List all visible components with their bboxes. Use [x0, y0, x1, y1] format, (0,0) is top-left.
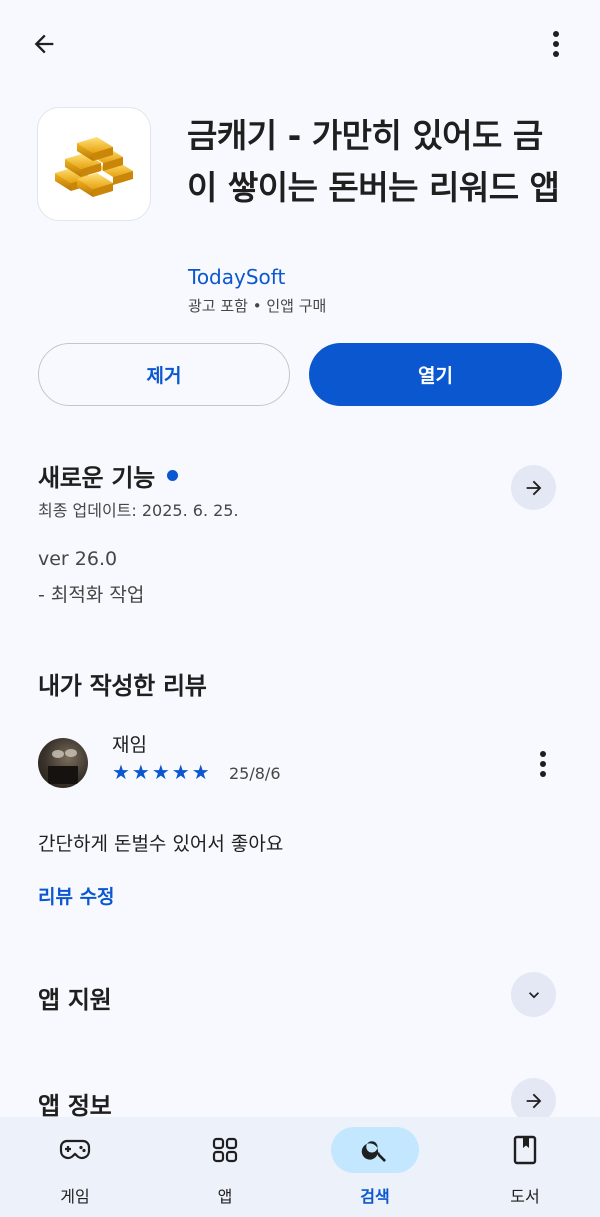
app-support-heading[interactable]: 앱 지원: [38, 980, 112, 1015]
nav-item-search[interactable]: 검색: [300, 1117, 450, 1217]
new-indicator-dot: [166, 470, 178, 481]
star-icon: ★★★★★: [112, 760, 212, 784]
kebab-menu-icon: [540, 751, 546, 777]
nav-pill-apps: [181, 1127, 269, 1173]
app-badges: 광고 포함 • 인앱 구매: [188, 297, 327, 315]
search-icon: [361, 1141, 386, 1162]
edit-review-link[interactable]: 리뷰 수정: [38, 882, 115, 909]
developer-link[interactable]: TodaySoft: [188, 265, 285, 289]
app-support-expand-button[interactable]: [511, 972, 556, 1017]
app-icon: [37, 107, 151, 221]
arrow-right-icon: [526, 1093, 541, 1108]
avatar-image: [48, 749, 78, 784]
last-updated: 최종 업데이트: 2025. 6. 25.: [38, 501, 239, 520]
whats-new-header[interactable]: 새로운 기능: [38, 458, 178, 493]
avatar: [38, 738, 88, 788]
apps-grid-icon: [212, 1137, 238, 1163]
release-notes: - 최적화 작업: [38, 584, 145, 606]
nav-item-games[interactable]: 게임: [0, 1117, 150, 1217]
open-button[interactable]: 열기: [309, 343, 562, 406]
app-title: 금캐기 - 가만히 있어도 금이 쌓이는 돈버는 리워드 앱: [187, 116, 560, 207]
nav-pill-games: [31, 1127, 119, 1173]
nav-pill-search: [331, 1127, 419, 1173]
book-icon: [513, 1135, 537, 1165]
nav-label-search: 검색: [360, 1187, 390, 1206]
uninstall-button[interactable]: 제거: [38, 343, 290, 406]
nav-label-games: 게임: [60, 1187, 90, 1206]
chevron-down-icon: [528, 991, 539, 998]
review-text: 간단하게 돈벌수 있어서 좋아요: [38, 833, 284, 855]
nav-item-books[interactable]: 도서: [450, 1117, 600, 1217]
review-date: 25/8/6: [229, 764, 281, 783]
reviewer-name: 재임: [112, 734, 147, 756]
more-options-button[interactable]: [532, 20, 580, 68]
back-arrow-icon: [34, 34, 54, 54]
bottom-navigation: 게임 앱 검색 도서: [0, 1117, 600, 1217]
nav-label-apps: 앱: [217, 1187, 233, 1206]
review-more-button[interactable]: [519, 740, 567, 788]
star-rating: ★★★★★: [112, 760, 212, 784]
app-info-heading[interactable]: 앱 정보: [38, 1086, 112, 1121]
my-review-heading: 내가 작성한 리뷰: [38, 672, 207, 700]
gold-bars-icon: [55, 137, 133, 197]
whats-new-heading: 새로운 기능: [38, 464, 155, 492]
kebab-menu-icon: [553, 31, 559, 57]
whats-new-arrow-button[interactable]: [511, 465, 556, 510]
arrow-right-icon: [526, 480, 541, 495]
nav-pill-books: [481, 1127, 569, 1173]
nav-item-apps[interactable]: 앱: [150, 1117, 300, 1217]
nav-label-books: 도서: [510, 1187, 540, 1206]
back-button[interactable]: [20, 20, 68, 68]
version-text: ver 26.0: [38, 548, 118, 570]
gamepad-icon: [59, 1139, 91, 1160]
